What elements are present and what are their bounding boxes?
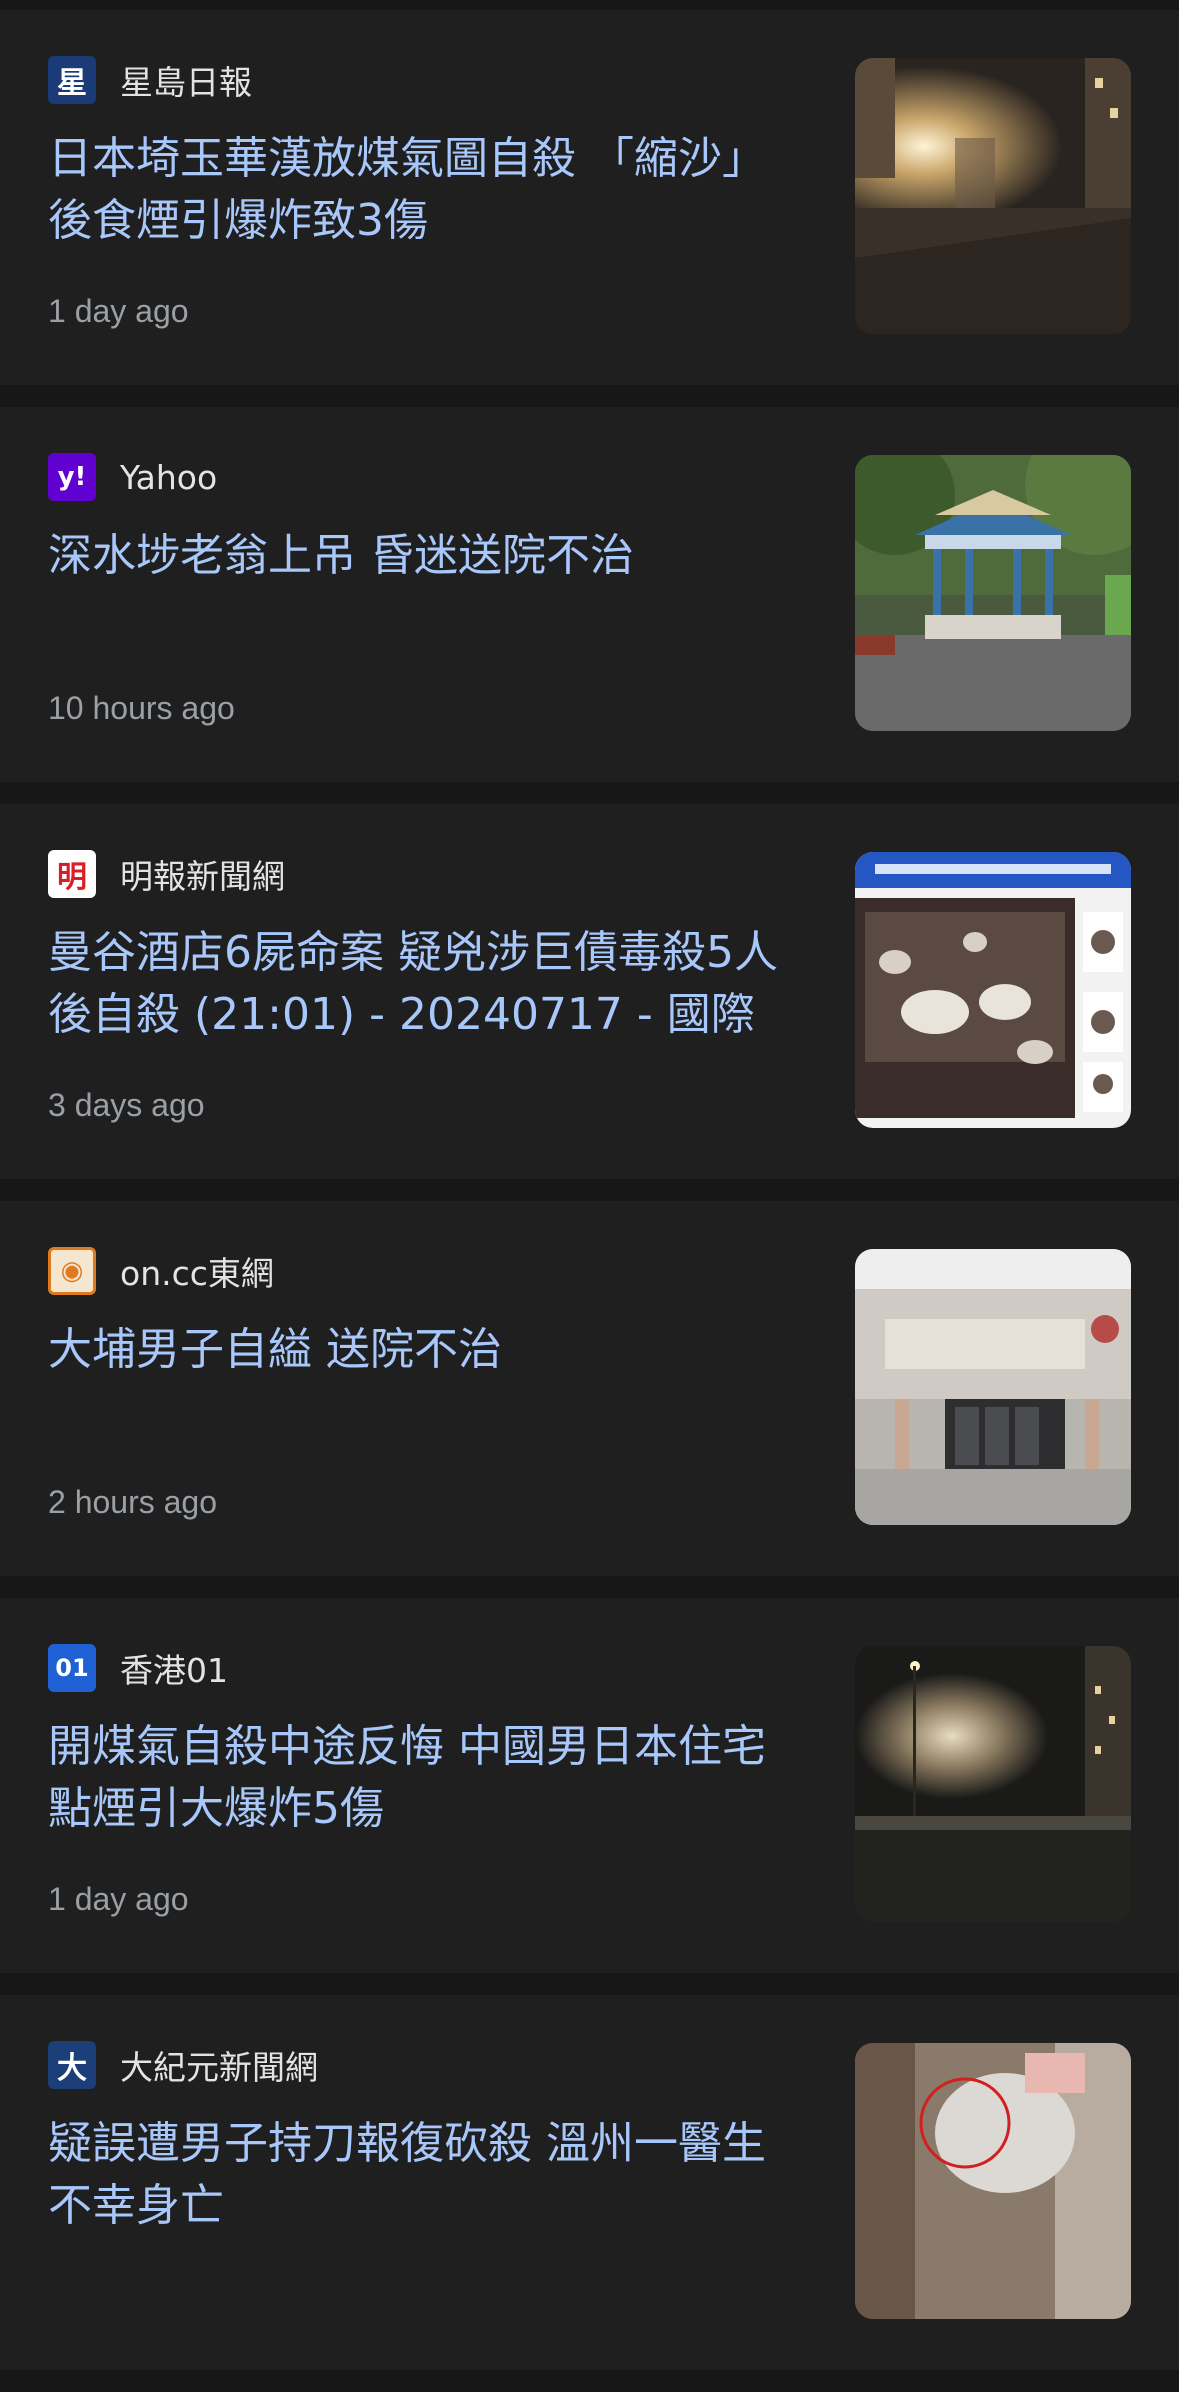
timestamp: 1 day ago [48, 293, 189, 329]
source-name: 星島日報 [120, 63, 252, 102]
source-row: ◉ on.cc東網 [48, 1247, 274, 1295]
epochtimes-logo-icon: 大 [48, 2041, 96, 2089]
night-street-explosion-image[interactable] [855, 58, 1131, 334]
source-row: y! Yahoo [48, 453, 217, 501]
headline-link[interactable]: 大埔男子自縊 送院不治 [48, 1319, 798, 1381]
news-card[interactable]: 明 明報新聞網 曼谷酒店6屍命案 疑兇涉巨債毒殺5人後自殺 (21:01) - … [0, 804, 1179, 1201]
source-row: 大 大紀元新聞網 [48, 2041, 318, 2089]
favicon-glyph: 星 [57, 66, 87, 101]
favicon-glyph: y! [57, 462, 87, 492]
favicon-glyph: ◉ [60, 1256, 84, 1286]
news-card[interactable]: y! Yahoo 深水埗老翁上吊 昏迷送院不治 10 hours ago [0, 407, 1179, 804]
headline-link[interactable]: 疑誤遭男子持刀報復砍殺 溫州一醫生不幸身亡 [48, 2113, 798, 2237]
source-row: 星 星島日報 [48, 56, 252, 104]
news-card[interactable]: 01 香港01 開煤氣自殺中途反悔 中國男日本住宅點煙引大爆炸5傷 1 day … [0, 1598, 1179, 1995]
headline-link[interactable]: 開煤氣自殺中途反悔 中國男日本住宅點煙引大爆炸5傷 [48, 1716, 798, 1840]
cctv-still-image[interactable] [855, 2043, 1131, 2319]
source-name: 明報新聞網 [120, 857, 285, 896]
hotel-table-evidence-image[interactable] [855, 852, 1131, 1128]
night-building-explosion-image[interactable] [855, 1646, 1131, 1922]
hk01-logo-icon: 01 [48, 1644, 96, 1692]
mingpao-logo-icon: 明 [48, 850, 96, 898]
favicon-glyph: 明 [57, 860, 87, 895]
source-name: Yahoo [120, 457, 218, 497]
timestamp: 3 days ago [48, 1087, 205, 1123]
source-row: 明 明報新聞網 [48, 850, 285, 898]
headline-link[interactable]: 曼谷酒店6屍命案 疑兇涉巨債毒殺5人後自殺 (21:01) - 20240717… [48, 922, 798, 1046]
oncc-logo-icon: ◉ [48, 1247, 96, 1295]
timestamp: 10 hours ago [48, 690, 235, 726]
source-name: 大紀元新聞網 [120, 2048, 318, 2087]
source-row: 01 香港01 [48, 1644, 228, 1692]
news-feed: 星 星島日報 日本埼玉華漢放煤氣圖自殺 「縮沙」後食煙引爆炸致3傷 1 day … [0, 10, 1179, 2392]
hospital-entrance-image[interactable] [855, 1249, 1131, 1525]
headline-link[interactable]: 日本埼玉華漢放煤氣圖自殺 「縮沙」後食煙引爆炸致3傷 [48, 128, 798, 252]
favicon-glyph: 01 [55, 1654, 89, 1682]
news-card[interactable]: ◉ on.cc東網 大埔男子自縊 送院不治 2 hours ago [0, 1201, 1179, 1598]
singtao-logo-icon: 星 [48, 56, 96, 104]
favicon-glyph: 大 [57, 2051, 87, 2086]
news-card[interactable]: 大 大紀元新聞網 疑誤遭男子持刀報復砍殺 溫州一醫生不幸身亡 [0, 1995, 1179, 2392]
yahoo-logo-icon: y! [48, 453, 96, 501]
timestamp: 1 day ago [48, 1881, 189, 1917]
top-divider [0, 0, 1179, 10]
source-name: on.cc東網 [120, 1254, 274, 1293]
timestamp: 2 hours ago [48, 1484, 218, 1520]
park-pavilion-image[interactable] [855, 455, 1131, 731]
headline-link[interactable]: 深水埗老翁上吊 昏迷送院不治 [48, 525, 798, 587]
source-name: 香港01 [120, 1651, 228, 1690]
news-card[interactable]: 星 星島日報 日本埼玉華漢放煤氣圖自殺 「縮沙」後食煙引爆炸致3傷 1 day … [0, 10, 1179, 407]
